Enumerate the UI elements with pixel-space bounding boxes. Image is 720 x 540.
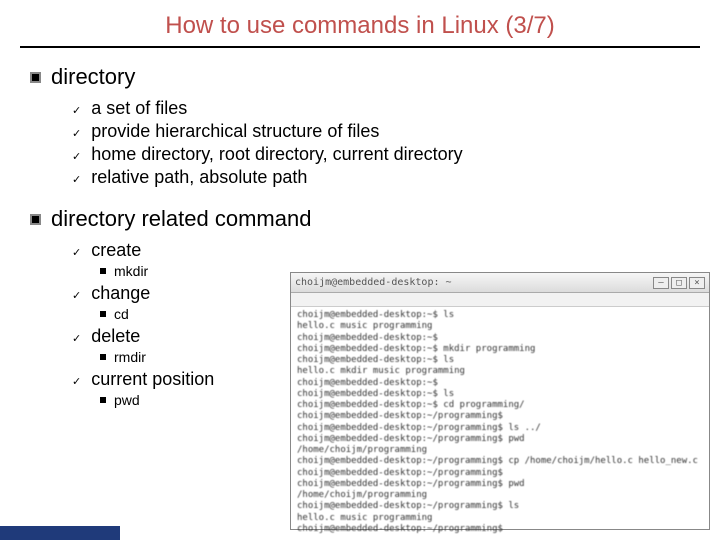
check-icon: ✓: [72, 127, 81, 140]
item-text: change: [91, 283, 150, 304]
sub-item-text: mkdir: [114, 263, 148, 279]
window-title: choijm@embedded-desktop: ~: [295, 277, 452, 288]
terminal-line: choijm@embedded-desktop:~/programming$ p…: [297, 479, 703, 490]
terminal-line: /home/choijm/programming: [297, 490, 703, 501]
terminal-line: hello.c music programming: [297, 321, 703, 332]
terminal-window: choijm@embedded-desktop: ~ – □ × choijm@…: [290, 272, 710, 530]
window-menubar: [291, 293, 709, 307]
terminal-body: choijm@embedded-desktop:~$ lshello.c mus…: [291, 307, 709, 538]
section-directory: directory ✓ a set of files ✓ provide hie…: [30, 64, 720, 188]
maximize-button[interactable]: □: [671, 277, 687, 289]
heading-1: directory: [30, 64, 720, 90]
small-square-bullet-icon: [100, 311, 106, 317]
terminal-line: choijm@embedded-desktop:~/programming$ c…: [297, 456, 703, 467]
slide-title: How to use commands in Linux (3/7): [0, 0, 720, 46]
sub-item-text: rmdir: [114, 349, 146, 365]
list-level-2: ✓ a set of files ✓ provide hierarchical …: [30, 98, 720, 188]
check-icon: ✓: [72, 375, 81, 388]
sub-item-text: pwd: [114, 392, 140, 408]
window-titlebar: choijm@embedded-desktop: ~ – □ ×: [291, 273, 709, 293]
item-text: relative path, absolute path: [91, 167, 307, 188]
terminal-line: hello.c mkdir music programming: [297, 366, 703, 377]
item-text: a set of files: [91, 98, 187, 119]
small-square-bullet-icon: [100, 268, 106, 274]
terminal-line: hello.c music programming: [297, 513, 703, 524]
small-square-bullet-icon: [100, 354, 106, 360]
item-text: current position: [91, 369, 214, 390]
terminal-line: choijm@embedded-desktop:~$: [297, 378, 703, 389]
list-item: ✓ create: [72, 240, 720, 261]
window-buttons: – □ ×: [653, 277, 705, 289]
list-item: ✓ provide hierarchical structure of file…: [72, 121, 720, 142]
terminal-line: choijm@embedded-desktop:~$ ls: [297, 389, 703, 400]
terminal-line: choijm@embedded-desktop:~/programming$: [297, 468, 703, 479]
check-icon: ✓: [72, 289, 81, 302]
title-rule: [20, 46, 700, 48]
item-text: delete: [91, 326, 140, 347]
minimize-button[interactable]: –: [653, 277, 669, 289]
item-text: provide hierarchical structure of files: [91, 121, 379, 142]
footer-accent-bar: [0, 526, 120, 540]
heading-text: directory: [51, 64, 135, 90]
small-square-bullet-icon: [100, 397, 106, 403]
terminal-line: /home/choijm/programming: [297, 445, 703, 456]
square-bullet-icon: [30, 214, 41, 225]
terminal-line: choijm@embedded-desktop:~$ mkdir program…: [297, 344, 703, 355]
terminal-line: choijm@embedded-desktop:~/programming$ l…: [297, 423, 703, 434]
list-item: ✓ relative path, absolute path: [72, 167, 720, 188]
check-icon: ✓: [72, 173, 81, 186]
check-icon: ✓: [72, 332, 81, 345]
check-icon: ✓: [72, 150, 81, 163]
terminal-line: choijm@embedded-desktop:~/programming$: [297, 411, 703, 422]
list-item: ✓ home directory, root directory, curren…: [72, 144, 720, 165]
terminal-line: choijm@embedded-desktop:~$ ls: [297, 310, 703, 321]
item-text: home directory, root directory, current …: [91, 144, 462, 165]
check-icon: ✓: [72, 104, 81, 117]
sub-item-text: cd: [114, 306, 129, 322]
heading-text: directory related command: [51, 206, 311, 232]
list-item: ✓ a set of files: [72, 98, 720, 119]
item-text: create: [91, 240, 141, 261]
terminal-line: choijm@embedded-desktop:~$ cd programmin…: [297, 400, 703, 411]
square-bullet-icon: [30, 72, 41, 83]
terminal-line: choijm@embedded-desktop:~/programming$ p…: [297, 434, 703, 445]
check-icon: ✓: [72, 246, 81, 259]
terminal-line: choijm@embedded-desktop:~$ ls: [297, 355, 703, 366]
close-button[interactable]: ×: [689, 277, 705, 289]
heading-1: directory related command: [30, 206, 720, 232]
terminal-line: choijm@embedded-desktop:~$: [297, 333, 703, 344]
terminal-line: choijm@embedded-desktop:~/programming$: [297, 524, 703, 535]
terminal-line: choijm@embedded-desktop:~/programming$ l…: [297, 501, 703, 512]
